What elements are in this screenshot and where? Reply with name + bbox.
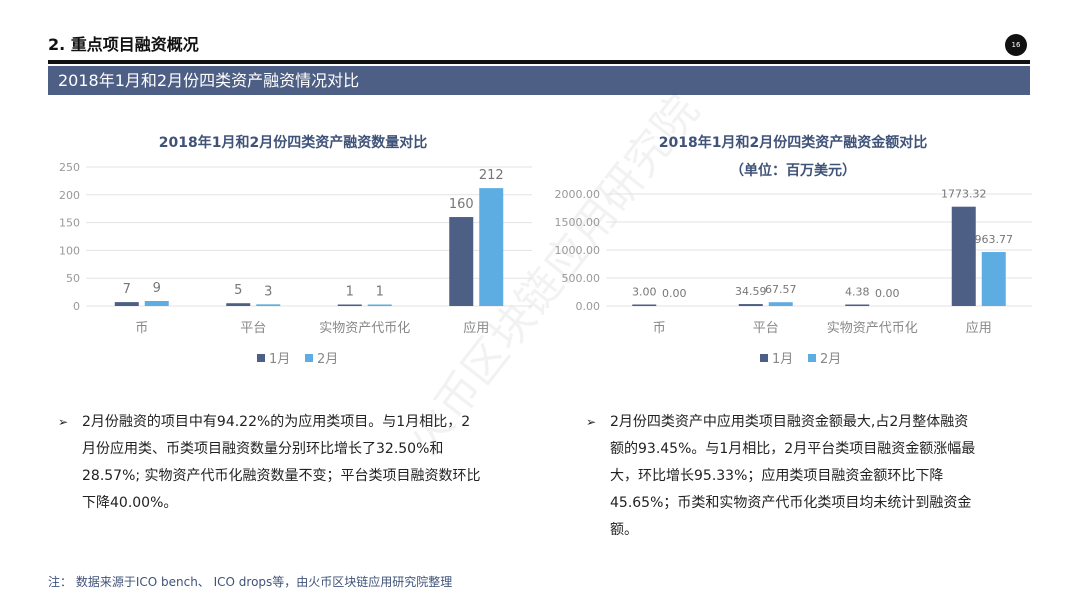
bar: [367, 304, 392, 306]
data-label: 963.77: [975, 233, 1014, 246]
chart-title: 2018年1月和2月份四类资产融资数量对比: [158, 135, 428, 151]
legend-swatch: [808, 354, 816, 362]
data-label: 0.00: [875, 287, 900, 300]
y-tick-label: 150: [59, 217, 80, 230]
chart-title: 2018年1月和2月份四类资产融资金额对比: [658, 135, 928, 151]
legend-label: 2月: [317, 352, 338, 367]
bullet-count-summary: ➢ 2月份融资的项目中有94.22%的为应用类项目。与1月相比，2 月份应用类、…: [58, 409, 538, 519]
chart-subtitle: （单位：百万美元）: [730, 163, 856, 179]
x-category-label: 币: [135, 321, 148, 336]
funding-amount-chart: 2018年1月和2月份四类资产融资金额对比 （单位：百万美元） 0.00 500.…: [548, 122, 1038, 382]
data-label: 212: [479, 168, 504, 183]
data-label: 1: [376, 285, 384, 300]
x-category-label: 应用: [966, 320, 992, 336]
bar: [449, 217, 474, 306]
data-label: 1773.32: [941, 188, 987, 201]
data-label: 4.38: [845, 286, 870, 299]
bullet-line: 额。: [610, 522, 638, 538]
y-tick-label: 200: [59, 189, 80, 202]
data-label: 34.59: [735, 285, 767, 298]
bar: [632, 304, 657, 306]
bar: [951, 206, 976, 306]
legend-label: 1月: [269, 352, 290, 367]
data-label: 1: [346, 285, 354, 300]
bullet-amount-summary: ➢ 2月份四类资产中应用类项目融资金额最大,占2月整体融资 额的93.45%。与…: [586, 409, 1036, 549]
data-label: 9: [153, 281, 161, 296]
page-number-badge: 16: [1005, 34, 1027, 56]
y-tick-label: 100: [59, 244, 80, 257]
y-tick-label: 0: [73, 300, 80, 313]
bar: [768, 302, 793, 306]
legend-swatch: [305, 354, 313, 362]
bar: [845, 304, 870, 306]
funding-count-chart: 2018年1月和2月份四类资产融资数量对比 0 50 100 150 200 250 币 7 9…: [48, 122, 538, 382]
data-label: 7: [123, 282, 131, 297]
bullet-arrow-icon: ➢: [586, 415, 597, 429]
x-category-label: 平台: [753, 321, 779, 336]
data-label: 0.00: [662, 287, 687, 300]
bullet-arrow-icon: ➢: [58, 415, 69, 429]
x-category-label: 实物资产代币化: [827, 321, 918, 336]
y-tick-label: 500.00: [562, 272, 601, 285]
y-tick-label: 50: [66, 272, 80, 285]
bar: [114, 302, 139, 306]
bullet-text: 2月份融资的项目中有94.22%的为应用类项目。与1月相比，2 月份应用类、币类…: [82, 409, 481, 517]
bar: [981, 252, 1006, 306]
legend-swatch: [760, 354, 768, 362]
data-label: 3.00: [632, 286, 657, 299]
x-category-label: 实物资产代币化: [319, 321, 410, 336]
bar: [256, 304, 281, 306]
x-category-label: 币: [653, 321, 666, 336]
bullet-line: 28.57%; 实物资产代币化融资数量不变；平台类项目融资数环比: [82, 468, 481, 484]
data-label: 3: [264, 284, 272, 299]
y-tick-label: 250: [59, 161, 80, 174]
x-category-label: 平台: [240, 321, 266, 336]
bullet-line: 下降40.00%。: [82, 495, 178, 511]
bullet-line: 2月份四类资产中应用类项目融资金额最大,占2月整体融资: [610, 414, 969, 430]
y-tick-label: 1500.00: [555, 216, 601, 229]
y-tick-label: 1000.00: [555, 244, 601, 257]
bar: [479, 188, 504, 306]
source-footnote: 注： 数据来源于ICO bench、 ICO drops等，由火币区块链应用研究…: [48, 575, 453, 589]
bullet-line: 大，环比增长95.33%；应用类项目融资金额环比下降: [610, 468, 944, 484]
y-tick-label: 0.00: [576, 300, 601, 313]
bar: [738, 304, 763, 306]
slide-banner-title: 2018年1月和2月份四类资产融资情况对比: [48, 66, 1030, 95]
bar: [337, 304, 362, 306]
data-label: 5: [234, 283, 242, 298]
legend-swatch: [257, 354, 265, 362]
y-tick-label: 2000.00: [555, 188, 601, 201]
bullet-line: 额的93.45%。与1月相比，2月平台类项目融资金额涨幅最: [610, 441, 976, 457]
legend-label: 1月: [772, 352, 793, 367]
legend-label: 2月: [820, 352, 841, 367]
bullet-line: 月份应用类、币类项目融资数量分别环比增长了32.50%和: [82, 441, 444, 457]
data-label: 160: [449, 197, 474, 212]
header-rule: [48, 60, 1030, 64]
bullet-text: 2月份四类资产中应用类项目融资金额最大,占2月整体融资 额的93.45%。与1月…: [610, 409, 975, 544]
section-title: 2. 重点项目融资概况: [48, 35, 199, 54]
chart-plot: 0 50 100 150 200 250 币 7 9 平台 5 3 实物资产代币化 1 1 应用 160 212 1…: [59, 161, 532, 367]
bar: [226, 303, 251, 306]
data-label: 67.57: [765, 283, 797, 296]
bullet-line: 2月份融资的项目中有94.22%的为应用类项目。与1月相比，2: [82, 414, 471, 430]
bullet-line: 45.65%；币类和实物资产代币化类项目均未统计到融资金: [610, 495, 972, 511]
x-category-label: 应用: [463, 320, 489, 336]
bar: [144, 300, 169, 306]
